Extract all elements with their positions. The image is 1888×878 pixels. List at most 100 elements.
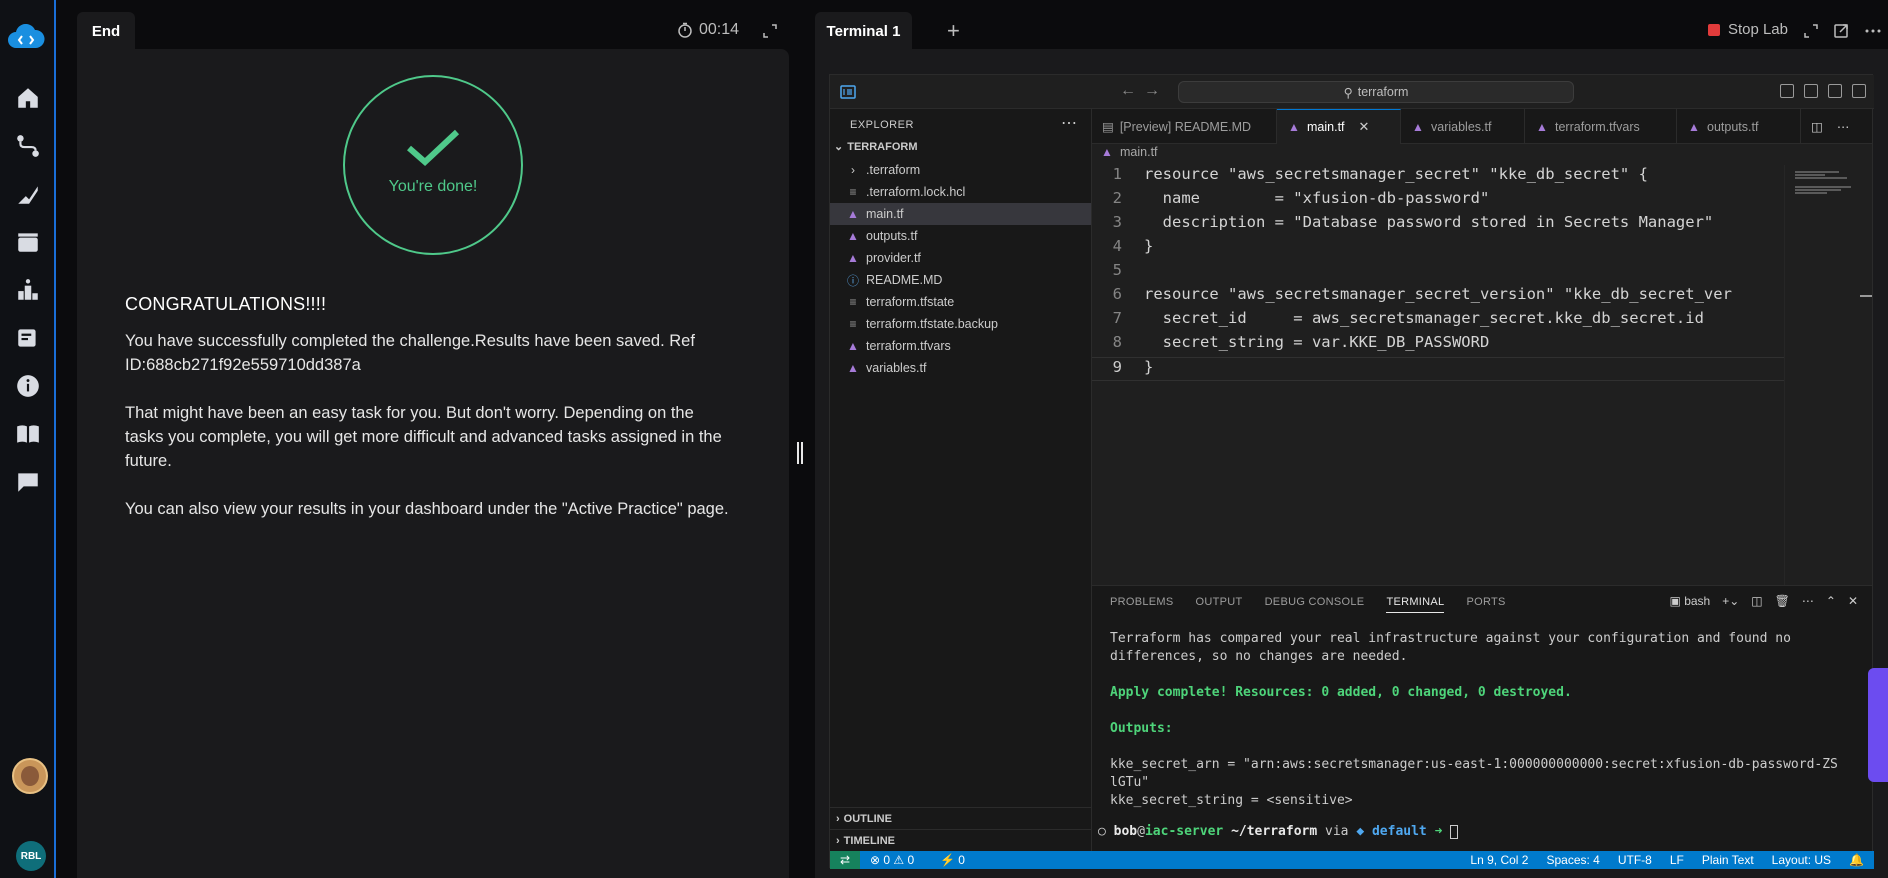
split-terminal-icon[interactable]: ◫	[1751, 594, 1762, 608]
more-icon[interactable]	[1864, 22, 1882, 40]
encoding[interactable]: UTF-8	[1618, 853, 1652, 867]
notes-icon[interactable]	[0, 318, 56, 358]
remote-icon[interactable]: ⇄	[830, 851, 860, 869]
fullscreen-icon[interactable]	[1802, 22, 1820, 40]
panel-actions: ▣ bash +⌄ ◫ 🗑 ⋯ ⌃ ✕	[1670, 594, 1858, 608]
leaderboard-icon[interactable]	[0, 270, 56, 310]
tab-readme-preview[interactable]: ▤ [Preview] README.MD	[1092, 109, 1277, 144]
problems-indicator[interactable]: ⊗ 0 ⚠ 0	[870, 853, 914, 867]
language-mode[interactable]: Plain Text	[1702, 853, 1754, 867]
explorer-more-icon[interactable]: ⋯	[1061, 113, 1077, 133]
file-item[interactable]: ▲ variables.tf	[830, 357, 1091, 379]
add-tab-button[interactable]: +	[947, 20, 960, 42]
menu-icon[interactable]	[840, 84, 856, 100]
result-message: You have successfully completed the chal…	[125, 332, 695, 374]
code-line: 3 description = "Database password store…	[1112, 213, 1714, 231]
tab-problems[interactable]: PROBLEMS	[1110, 596, 1174, 613]
tab-terminal-1[interactable]: Terminal 1	[815, 12, 912, 50]
customize-layout-icon[interactable]	[1780, 84, 1794, 98]
breadcrumb[interactable]: ▲ main.tf	[1100, 145, 1157, 159]
congrats-heading: CONGRATULATIONS!!!!	[125, 294, 327, 314]
keyboard-layout[interactable]: Layout: US	[1772, 853, 1831, 867]
bell-icon[interactable]: 🔔	[1849, 853, 1864, 867]
editor-tabs: ▤ [Preview] README.MD ▲ main.tf ✕ ▲ variable…	[1092, 109, 1872, 144]
user-avatar[interactable]	[12, 758, 48, 794]
file-item[interactable]: ≡ terraform.tfstate.backup	[830, 313, 1091, 335]
file-item[interactable]: ▲ terraform.tfvars	[830, 335, 1091, 357]
tab-outputs-tf[interactable]: ▲ outputs.tf	[1677, 109, 1801, 144]
tab-main-tf[interactable]: ▲ main.tf ✕	[1277, 109, 1401, 144]
home-icon[interactable]	[0, 78, 56, 118]
command-center-search[interactable]: ⚲ terraform	[1178, 81, 1574, 103]
file-item[interactable]: ≡ .terraform.lock.hcl	[830, 181, 1091, 203]
indentation[interactable]: Spaces: 4	[1546, 853, 1599, 867]
feedback-tab[interactable]	[1868, 668, 1888, 782]
close-panel-icon[interactable]: ✕	[1848, 594, 1858, 608]
kodekloud-logo[interactable]	[6, 24, 46, 52]
tab-end[interactable]: End	[77, 12, 135, 50]
org-badge[interactable]: RBL	[16, 841, 46, 871]
nav-arrows[interactable]: ←→	[1120, 82, 1168, 100]
terraform-icon: ▲	[1412, 119, 1424, 134]
expand-icon[interactable]	[761, 22, 779, 40]
outline-section[interactable]: › OUTLINE	[830, 807, 1091, 829]
file-item[interactable]: › .terraform	[830, 159, 1091, 181]
apply-result: Apply complete! Resources: 0 added, 0 ch…	[1110, 685, 1572, 700]
timeline-section[interactable]: › TIMELINE	[830, 829, 1091, 851]
terraform-icon: ▲	[847, 251, 859, 265]
lines-icon: ≡	[849, 317, 857, 331]
video-icon[interactable]	[0, 222, 56, 262]
tab-debug-console[interactable]: DEBUG CONSOLE	[1265, 596, 1365, 613]
terraform-icon: ▲	[847, 361, 859, 375]
toggle-sidebar-icon[interactable]	[1804, 84, 1818, 98]
tab-terminal[interactable]: TERMINAL	[1386, 596, 1445, 613]
chat-icon[interactable]	[0, 462, 56, 502]
minimap[interactable]	[1784, 165, 1864, 585]
tab-terraform-tfvars[interactable]: ▲ terraform.tfvars	[1525, 109, 1677, 144]
challenge-panel: End 00:14 You're done! CONGRATULATIONS!!…	[77, 12, 789, 878]
file-item[interactable]: ▲ main.tf	[830, 203, 1091, 225]
terraform-icon: ▲	[1536, 119, 1548, 134]
eol[interactable]: LF	[1670, 853, 1684, 867]
file-item[interactable]: ▲ provider.tf	[830, 247, 1091, 269]
info-icon[interactable]	[0, 366, 56, 406]
file-item[interactable]: ≡ terraform.tfstate	[830, 291, 1091, 313]
code-line: 7 secret_id = aws_secretsmanager_secret.…	[1112, 309, 1704, 327]
skills-icon[interactable]	[0, 174, 56, 214]
terminal-cursor	[1450, 824, 1459, 839]
routes-icon[interactable]	[0, 126, 56, 166]
tab-output[interactable]: OUTPUT	[1196, 596, 1243, 613]
open-external-icon[interactable]	[1832, 22, 1850, 40]
code-line: 6 resource "aws_secretsmanager_secret_ver…	[1112, 285, 1732, 303]
tab-ports[interactable]: PORTS	[1466, 596, 1505, 613]
book-icon[interactable]	[0, 414, 56, 454]
terminal-prompt[interactable]: ○ bob@iac-server ~/terraform via ◆ defau…	[1098, 824, 1459, 839]
cursor-position[interactable]: Ln 9, Col 2	[1470, 853, 1528, 867]
done-text: You're done!	[388, 178, 478, 195]
file-item[interactable]: ▲ outputs.tf	[830, 225, 1091, 247]
vscode-window: ←→ ⚲ terraform EXPLORER ⋯ ⌄ TERRAFORM ›.…	[829, 74, 1874, 869]
toggle-panel-icon[interactable]	[1828, 84, 1842, 98]
timer: 00:14	[677, 21, 739, 39]
shell-selector[interactable]: ▣ bash	[1670, 594, 1711, 608]
toggle-secondary-sidebar-icon[interactable]	[1852, 84, 1866, 98]
more-icon[interactable]: ⋯	[1802, 594, 1814, 608]
lines-icon: ≡	[849, 185, 857, 199]
terminal-output[interactable]: Terraform has compared your real infrast…	[1110, 630, 1870, 810]
more-actions-icon[interactable]: ⋯	[1837, 119, 1850, 134]
split-editor-icon[interactable]: ◫	[1811, 119, 1823, 134]
panel-splitter[interactable]	[797, 442, 805, 464]
scrollbar-marker[interactable]	[1860, 295, 1872, 297]
new-terminal-icon[interactable]: +⌄	[1722, 594, 1739, 608]
folder-terraform[interactable]: ⌄ TERRAFORM	[834, 140, 918, 154]
code-editor[interactable]: 1 resource "aws_secretsmanager_secret" "k…	[1092, 165, 1792, 381]
maximize-panel-icon[interactable]: ⌃	[1826, 594, 1836, 608]
trash-icon[interactable]: 🗑	[1775, 594, 1790, 608]
terminal-line: differences, so no changes are needed.	[1110, 649, 1408, 664]
stop-lab-button[interactable]: Stop Lab	[1707, 21, 1788, 38]
chevron-right-icon: ›	[851, 163, 855, 177]
tab-variables-tf[interactable]: ▲ variables.tf	[1401, 109, 1525, 144]
close-icon[interactable]: ✕	[1359, 119, 1370, 135]
ports-indicator[interactable]: ⚡ 0	[940, 853, 965, 867]
file-item[interactable]: ⓘ README.MD	[830, 269, 1091, 291]
